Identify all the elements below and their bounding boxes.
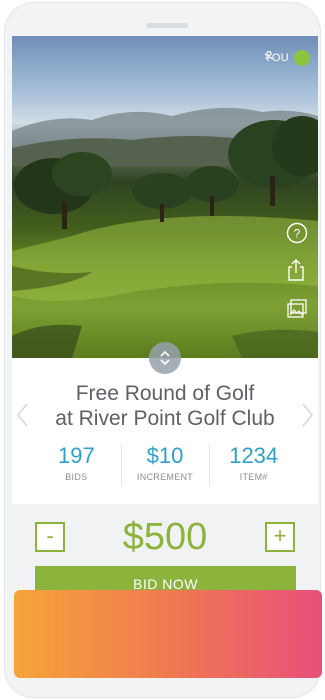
bid-now-label: BID NOW <box>133 576 198 592</box>
golf-course-illustration <box>12 107 318 358</box>
app-screen: YOU ? Free Round of Golf at River Point … <box>12 36 318 670</box>
set-max-bid-button[interactable]: SET MAX BID <box>35 614 296 654</box>
item-title-line-2: at River Point Golf Club <box>55 407 275 430</box>
stat-value: 1234 <box>229 443 279 468</box>
user-icon <box>265 50 310 66</box>
stat-value: 197 <box>57 443 95 468</box>
set-max-bid-label: SET MAX BID <box>118 626 213 642</box>
item-stats: 197 BIDS $10 INCREMENT 1234 ITEM# <box>32 444 298 488</box>
item-title: Free Round of Golf at River Point Golf C… <box>12 381 318 431</box>
help-icon[interactable]: ? <box>286 222 310 246</box>
stat-bids: 197 BIDS <box>32 444 121 488</box>
stat-label: BIDS <box>65 472 88 482</box>
stat-increment: $10 INCREMENT <box>120 443 210 488</box>
item-title-line-1: Free Round of Golf <box>75 382 255 405</box>
bid-now-button[interactable]: BID NOW <box>35 566 296 602</box>
stat-label: INCREMENT <box>136 472 194 482</box>
gallery-icon[interactable] <box>286 298 310 322</box>
stat-item-number: 1234 ITEM# <box>209 444 298 488</box>
item-photo: YOU ? <box>12 36 318 358</box>
share-icon[interactable] <box>286 258 310 282</box>
chevron-up-down-icon[interactable] <box>149 342 181 374</box>
decrease-bid-button[interactable]: - <box>35 522 65 552</box>
increase-bid-button[interactable]: + <box>265 522 295 552</box>
phone-speaker <box>146 23 188 28</box>
stat-value: $10 <box>146 443 184 468</box>
bid-amount: $500 <box>122 516 208 558</box>
user-badge[interactable]: YOU <box>264 50 310 66</box>
stat-label: ITEM# <box>239 472 268 482</box>
svg-text:?: ? <box>294 227 301 241</box>
